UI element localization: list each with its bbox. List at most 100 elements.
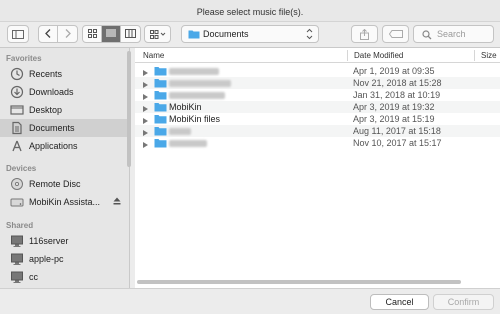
- tag-button[interactable]: [382, 25, 409, 43]
- column-divider[interactable]: [347, 50, 348, 61]
- file-date: Nov 10, 2017 at 15:17: [353, 138, 442, 148]
- chevron-updown-icon: [306, 27, 313, 43]
- sidebar-scrollbar[interactable]: [127, 51, 131, 167]
- file-row[interactable]: Nov 10, 2017 at 15:17: [135, 137, 500, 149]
- section-shared: Shared: [6, 221, 34, 230]
- sidebar-item-label: Documents: [29, 123, 75, 133]
- tag-icon: [388, 30, 403, 38]
- sidebar-item-cc[interactable]: cc: [0, 268, 130, 286]
- icon-view-icon: [87, 28, 97, 40]
- column-view-button[interactable]: [121, 26, 140, 42]
- file-list: Name Date Modified Size Apr 1, 2019 at 0…: [135, 48, 500, 288]
- column-divider[interactable]: [474, 50, 475, 61]
- forward-button[interactable]: [58, 26, 77, 42]
- redacted-filename: [169, 80, 231, 87]
- column-header: Name Date Modified Size: [135, 48, 500, 63]
- sidebar-item-mobikin-assistant[interactable]: MobiKin Assista...: [0, 193, 130, 211]
- sidebar-item-label: Applications: [29, 141, 78, 151]
- sidebar-item-applications[interactable]: Applications: [0, 137, 130, 155]
- redacted-filename: [169, 68, 219, 75]
- desktop-icon: [10, 103, 24, 117]
- disc-icon: [10, 177, 24, 191]
- back-button[interactable]: [39, 26, 58, 42]
- file-row[interactable]: Aug 11, 2017 at 15:18: [135, 125, 500, 137]
- file-date: Jan 31, 2018 at 10:19: [353, 90, 441, 100]
- sidebar-item-label: Recents: [29, 69, 63, 79]
- file-date: Aug 11, 2017 at 15:18: [353, 126, 441, 136]
- eject-icon[interactable]: [113, 197, 121, 207]
- sidebar-item-apple-pc[interactable]: apple-pc: [0, 250, 130, 268]
- confirm-button[interactable]: Confirm: [433, 294, 494, 310]
- forward-icon: [65, 28, 71, 40]
- file-row[interactable]: MobiKin files Apr 3, 2019 at 15:19: [135, 113, 500, 125]
- share-button[interactable]: [351, 25, 378, 43]
- back-icon: [45, 28, 51, 40]
- monitor-icon: [10, 252, 24, 266]
- dialog-footer: Cancel Confirm: [0, 288, 500, 314]
- sidebar-item-label: 116server: [29, 236, 69, 246]
- section-favorites: Favorites: [6, 54, 42, 63]
- list-view-icon: [106, 29, 116, 39]
- column-name-header[interactable]: Name: [143, 51, 164, 60]
- column-view-icon: [125, 28, 136, 40]
- file-date: Apr 1, 2019 at 09:35: [353, 66, 435, 76]
- group-by-icon: [149, 29, 166, 39]
- sidebar-item-label: Remote Disc: [29, 179, 81, 189]
- redacted-filename: [169, 128, 191, 135]
- file-date: Apr 3, 2019 at 19:32: [353, 102, 435, 112]
- sidebar-toggle-icon: [12, 29, 24, 39]
- sidebar-item-label: Downloads: [29, 87, 74, 97]
- file-row[interactable]: Nov 21, 2018 at 15:28: [135, 77, 500, 89]
- monitor-icon: [10, 234, 24, 248]
- list-view-button[interactable]: [102, 26, 121, 42]
- sidebar-item-label: Desktop: [29, 105, 63, 115]
- search-field[interactable]: [413, 25, 494, 43]
- dialog-title: Please select music file(s).: [196, 7, 304, 17]
- sidebar: Favorites Recents Downloads Desktop Docu…: [0, 48, 130, 288]
- documents-icon: [10, 121, 24, 135]
- file-name: MobiKin files: [169, 114, 221, 124]
- file-list-scrollbar[interactable]: [137, 280, 461, 284]
- toolbar: Documents: [0, 22, 500, 48]
- icon-view-button[interactable]: [83, 26, 102, 42]
- location-selector[interactable]: Documents: [181, 25, 319, 43]
- column-date-header[interactable]: Date Modified: [354, 51, 403, 60]
- file-name: MobiKin: [169, 102, 202, 112]
- column-size-header[interactable]: Size: [481, 51, 497, 60]
- sidebar-item-downloads[interactable]: Downloads: [0, 83, 130, 101]
- title-bar: Please select music file(s).: [0, 0, 500, 22]
- sidebar-item-remote-disc[interactable]: Remote Disc: [0, 175, 130, 193]
- file-row[interactable]: Apr 1, 2019 at 09:35: [135, 65, 500, 77]
- file-row[interactable]: MobiKin Apr 3, 2019 at 19:32: [135, 101, 500, 113]
- folder-icon: [154, 138, 167, 150]
- disclosure-triangle-icon[interactable]: [143, 140, 148, 150]
- sidebar-item-label: cc: [29, 272, 38, 282]
- redacted-filename: [169, 140, 207, 147]
- location-label: Documents: [203, 29, 249, 39]
- sidebar-item-desktop[interactable]: Desktop: [0, 101, 130, 119]
- sidebar-item-116server[interactable]: 116server: [0, 232, 130, 250]
- redacted-filename: [169, 92, 225, 99]
- share-icon: [360, 28, 369, 40]
- sidebar-toggle-button[interactable]: [7, 25, 29, 43]
- search-icon: [422, 30, 432, 42]
- file-row[interactable]: Jan 31, 2018 at 10:19: [135, 89, 500, 101]
- view-mode-selector: [82, 25, 141, 43]
- section-devices: Devices: [6, 164, 37, 173]
- download-icon: [10, 85, 24, 99]
- cancel-button[interactable]: Cancel: [370, 294, 429, 310]
- sidebar-item-label: MobiKin Assista...: [29, 197, 101, 207]
- file-date: Apr 3, 2019 at 15:19: [353, 114, 435, 124]
- file-date: Nov 21, 2018 at 15:28: [353, 78, 442, 88]
- history-nav: [38, 25, 78, 43]
- sidebar-item-recents[interactable]: Recents: [0, 65, 130, 83]
- search-input[interactable]: [437, 28, 491, 40]
- clock-icon: [10, 67, 24, 81]
- applications-icon: [10, 139, 24, 153]
- sidebar-item-documents[interactable]: Documents: [0, 119, 130, 137]
- group-by-button[interactable]: [144, 25, 171, 43]
- monitor-icon: [10, 270, 24, 284]
- drive-icon: [10, 195, 24, 209]
- sidebar-item-label: apple-pc: [29, 254, 64, 264]
- folder-icon: [188, 29, 200, 41]
